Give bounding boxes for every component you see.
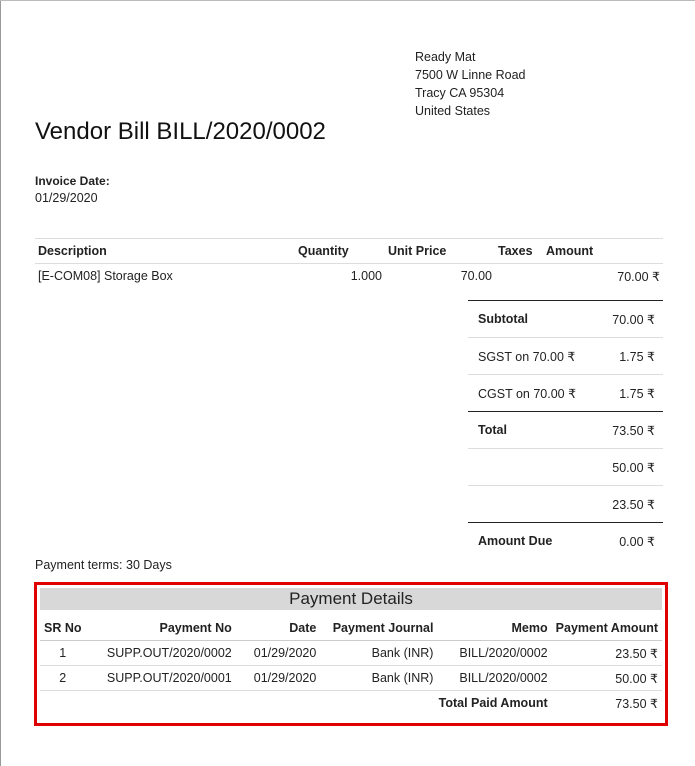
address-line: United States bbox=[415, 104, 491, 118]
col-description: Description bbox=[35, 238, 295, 264]
payment-amount: 50.00 ₹ bbox=[551, 665, 662, 691]
payment-journal: Bank (INR) bbox=[320, 665, 438, 691]
address-line: 7500 W Linne Road bbox=[415, 68, 526, 82]
invoice-date-label: Invoice Date: bbox=[35, 174, 110, 188]
line-description: [E-COM08] Storage Box bbox=[38, 269, 173, 283]
table-header-row: Description Quantity Unit Price Taxes Am… bbox=[35, 238, 663, 264]
totals-value: 50.00 ₹ bbox=[596, 448, 663, 486]
col-payment-no: Payment No bbox=[85, 616, 236, 641]
address-line: Tracy CA 95304 bbox=[415, 86, 505, 100]
payment-sr-no: 2 bbox=[40, 665, 86, 691]
tax-row: SGST on 70.00 ₹ 1.75 ₹ bbox=[468, 337, 663, 375]
payment-details-section: Payment Details SR No Payment No Date Pa… bbox=[34, 582, 668, 726]
page-top-border bbox=[0, 0, 695, 1]
payment-terms: Payment terms: 30 Days bbox=[35, 558, 172, 572]
total-paid-row: Total Paid Amount 73.50 ₹ bbox=[40, 691, 662, 716]
line-taxes bbox=[495, 264, 543, 289]
col-payment-amount: Payment Amount bbox=[551, 616, 662, 641]
totals-value: 1.75 ₹ bbox=[596, 374, 663, 412]
page-title: Vendor Bill BILL/2020/0002 bbox=[35, 118, 326, 145]
total-row: Total 73.50 ₹ bbox=[468, 411, 663, 449]
payment-memo: BILL/2020/0002 bbox=[437, 640, 552, 666]
col-unit-price: Unit Price bbox=[385, 238, 495, 264]
col-amount: Amount bbox=[543, 238, 663, 264]
totals-value: 70.00 ₹ bbox=[596, 300, 663, 338]
totals-table: Subtotal 70.00 ₹ SGST on 70.00 ₹ 1.75 ₹ … bbox=[468, 300, 663, 559]
payment-row: 23.50 ₹ bbox=[468, 485, 663, 523]
table-row: 1 SUPP.OUT/2020/0002 01/29/2020 Bank (IN… bbox=[40, 640, 662, 666]
table-header-row: SR No Payment No Date Payment Journal Me… bbox=[40, 616, 662, 641]
totals-value: 23.50 ₹ bbox=[596, 485, 663, 523]
totals-label: Amount Due bbox=[468, 522, 597, 559]
tax-row: CGST on 70.00 ₹ 1.75 ₹ bbox=[468, 374, 663, 412]
payment-date: 01/29/2020 bbox=[235, 665, 321, 691]
totals-value: 1.75 ₹ bbox=[596, 337, 663, 375]
table-row: 2 SUPP.OUT/2020/0001 01/29/2020 Bank (IN… bbox=[40, 665, 662, 691]
payment-row: 50.00 ₹ bbox=[468, 448, 663, 486]
totals-label: Subtotal bbox=[468, 300, 597, 338]
col-payment-journal: Payment Journal bbox=[320, 616, 438, 641]
total-paid-label: Total Paid Amount bbox=[438, 696, 548, 710]
total-paid-value: 73.50 ₹ bbox=[615, 696, 658, 711]
payment-details-table: SR No Payment No Date Payment Journal Me… bbox=[40, 616, 662, 715]
col-sr-no: SR No bbox=[40, 616, 86, 641]
payment-sr-no: 1 bbox=[40, 640, 86, 666]
totals-label bbox=[468, 448, 597, 486]
payment-memo: BILL/2020/0002 bbox=[437, 665, 552, 691]
totals-value: 73.50 ₹ bbox=[596, 411, 663, 449]
col-memo: Memo bbox=[437, 616, 552, 641]
col-quantity: Quantity bbox=[295, 238, 385, 264]
payment-date: 01/29/2020 bbox=[235, 640, 321, 666]
address-line: Ready Mat bbox=[415, 50, 476, 64]
payment-journal: Bank (INR) bbox=[320, 640, 438, 666]
page-left-border bbox=[0, 0, 1, 766]
col-date: Date bbox=[235, 616, 321, 641]
payment-no: SUPP.OUT/2020/0002 bbox=[85, 640, 236, 666]
col-taxes: Taxes bbox=[495, 238, 543, 264]
vendor-address: Ready Mat 7500 W Linne Road Tracy CA 953… bbox=[415, 48, 526, 120]
amount-due-row: Amount Due 0.00 ₹ bbox=[468, 522, 663, 559]
line-amount: 70.00 ₹ bbox=[617, 269, 660, 284]
table-row: [E-COM08] Storage Box 1.000 70.00 70.00 … bbox=[35, 264, 663, 289]
totals-label: Total bbox=[468, 411, 597, 449]
payment-no: SUPP.OUT/2020/0001 bbox=[85, 665, 236, 691]
payment-details-heading: Payment Details bbox=[40, 588, 662, 610]
invoice-lines-table: Description Quantity Unit Price Taxes Am… bbox=[35, 238, 663, 288]
subtotal-row: Subtotal 70.00 ₹ bbox=[468, 300, 663, 338]
totals-label: CGST on 70.00 ₹ bbox=[468, 374, 597, 412]
line-unit-price: 70.00 bbox=[460, 269, 492, 283]
invoice-date-value: 01/29/2020 bbox=[35, 191, 98, 205]
totals-label: SGST on 70.00 ₹ bbox=[468, 337, 597, 375]
line-quantity: 1.000 bbox=[350, 269, 382, 283]
totals-value: 0.00 ₹ bbox=[596, 522, 663, 559]
payment-amount: 23.50 ₹ bbox=[551, 640, 662, 666]
totals-label bbox=[468, 485, 597, 523]
